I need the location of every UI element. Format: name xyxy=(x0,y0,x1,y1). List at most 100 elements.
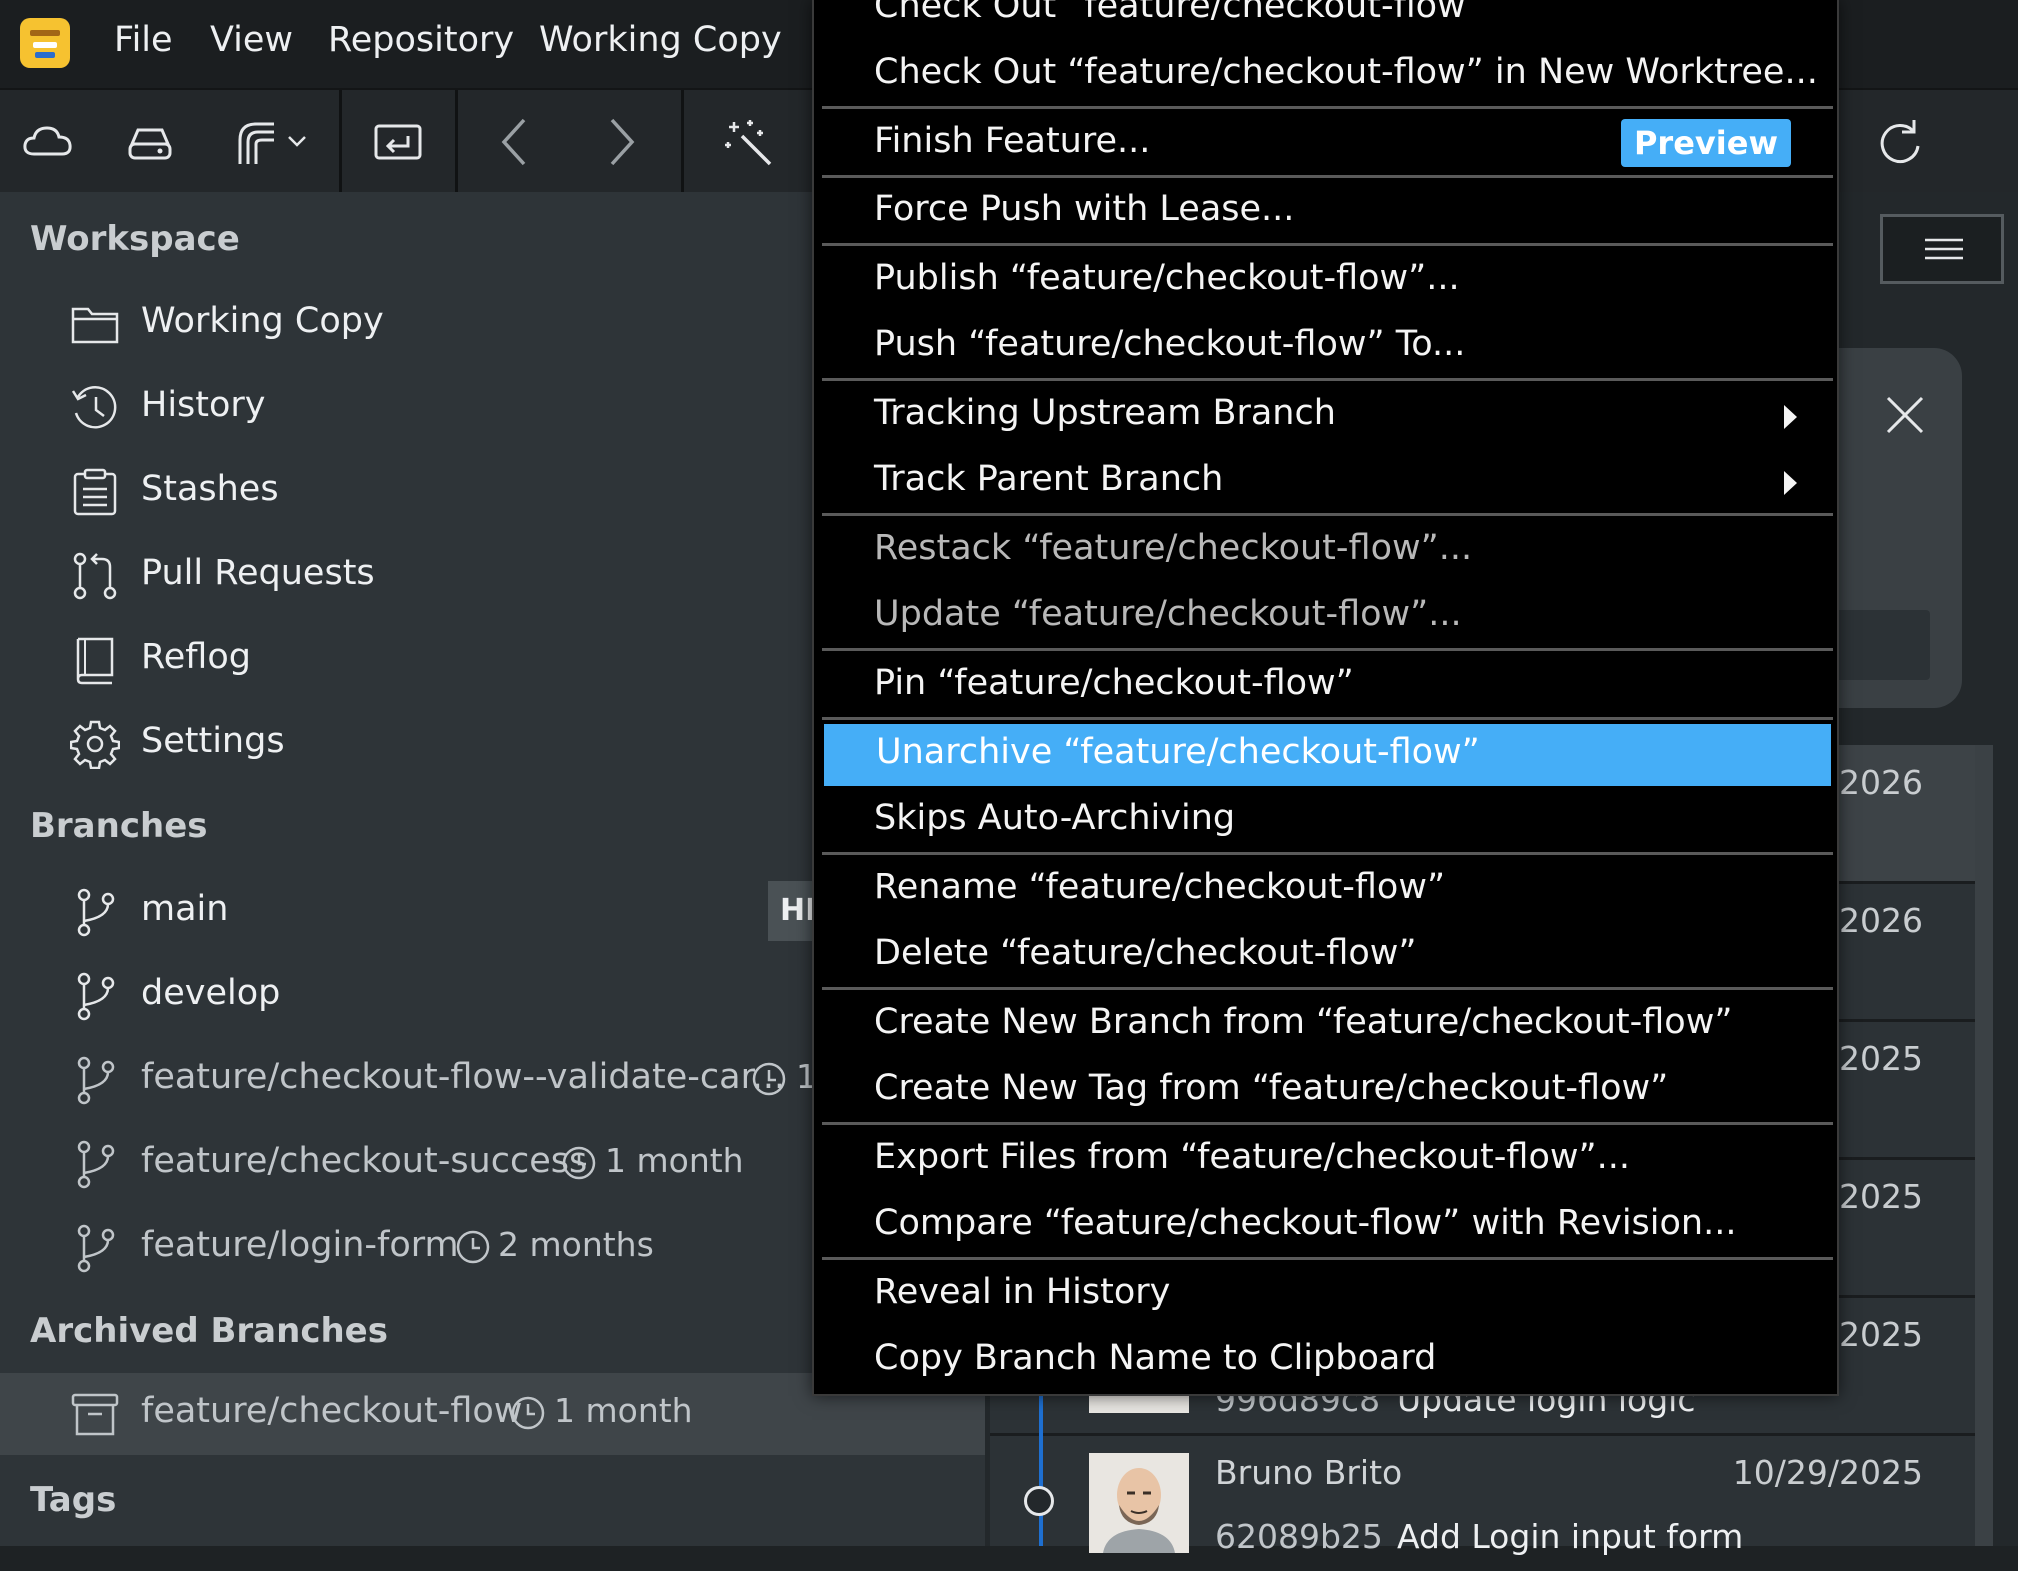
folder-icon xyxy=(71,307,119,344)
branch-age: 2 months xyxy=(498,1225,654,1264)
branch-label: feature/login-form xyxy=(141,1225,459,1265)
sidebar-item-label: Pull Requests xyxy=(141,553,375,593)
menu-item-force-push[interactable]: Force Push with Lease... xyxy=(822,181,1833,243)
menu-item-track-parent[interactable]: Track Parent Branch xyxy=(822,451,1833,513)
close-icon[interactable] xyxy=(1880,390,1930,440)
forward-icon[interactable] xyxy=(590,114,646,170)
branch-label: feature/checkout-success xyxy=(141,1141,588,1181)
menu-item-check-out[interactable]: Check Out “feature/checkout-flow” xyxy=(822,0,1833,40)
toolbar-separator xyxy=(339,90,342,194)
menu-item-delete[interactable]: Delete “feature/checkout-flow” xyxy=(822,925,1833,987)
archive-icon xyxy=(71,1393,119,1436)
menu-item-copy-branch-name[interactable]: Copy Branch Name to Clipboard xyxy=(822,1330,1833,1392)
timeline-line xyxy=(1039,1380,1043,1546)
branch-icon xyxy=(77,888,115,937)
book-icon xyxy=(76,637,114,685)
back-icon[interactable] xyxy=(490,114,546,170)
menu-item-publish[interactable]: Publish “feature/checkout-flow”... xyxy=(822,250,1833,312)
sidebar-item-label: History xyxy=(141,385,266,425)
menu-item-push-to[interactable]: Push “feature/checkout-flow” To... xyxy=(822,316,1833,378)
branch-age: 1 month xyxy=(554,1391,693,1430)
commit-hash: 62089b25 xyxy=(1215,1517,1383,1556)
branch-icon xyxy=(77,1224,115,1273)
branch-label: feature/checkout-flow--validate-car... xyxy=(141,1057,786,1097)
menu-item-create-branch[interactable]: Create New Branch from “feature/checkout… xyxy=(822,994,1833,1056)
branch-age: 1 month xyxy=(605,1141,744,1180)
cloud-icon[interactable] xyxy=(20,114,76,170)
branch-label: feature/checkout-flow xyxy=(141,1391,523,1431)
menu-item-rename[interactable]: Rename “feature/checkout-flow” xyxy=(822,859,1833,921)
branch-icon xyxy=(77,972,115,1021)
branch-label: main xyxy=(141,889,229,929)
menu-item-create-tag[interactable]: Create New Tag from “feature/checkout-fl… xyxy=(822,1060,1833,1122)
branch-label: develop xyxy=(141,973,281,1013)
menu-item-compare[interactable]: Compare “feature/checkout-flow” with Rev… xyxy=(822,1195,1833,1257)
menu-separator xyxy=(822,717,1833,720)
menu-item-finish-feature[interactable]: Finish Feature... Preview xyxy=(822,113,1833,175)
menu-item-update[interactable]: Update “feature/checkout-flow”... xyxy=(822,586,1833,648)
clipboard-icon xyxy=(73,468,117,516)
history-icon xyxy=(71,386,117,429)
app-logo-icon[interactable] xyxy=(20,18,70,68)
menu-item-pin[interactable]: Pin “feature/checkout-flow” xyxy=(822,655,1833,717)
avatar xyxy=(1089,1453,1189,1553)
menu-working-copy[interactable]: Working Copy xyxy=(539,20,782,60)
commit-icon[interactable] xyxy=(370,114,426,170)
sidebar-item-label: Reflog xyxy=(141,637,251,677)
commit-date: /2025 xyxy=(1827,1039,1923,1078)
menu-item-export-files[interactable]: Export Files from “feature/checkout-flow… xyxy=(822,1129,1833,1191)
menu-item-unarchive[interactable]: Unarchive “feature/checkout-flow” xyxy=(824,724,1831,786)
section-title-tags: Tags xyxy=(30,1480,117,1520)
menu-item-check-out-worktree[interactable]: Check Out “feature/checkout-flow” in New… xyxy=(822,44,1833,106)
drive-icon[interactable] xyxy=(122,114,178,170)
menu-item-skips-auto-archiving[interactable]: Skips Auto-Archiving xyxy=(822,790,1833,852)
branch-context-menu: Check Out “feature/checkout-flow” Check … xyxy=(812,0,1839,1396)
preview-badge: Preview xyxy=(1620,119,1791,167)
sidebar-item-label: Stashes xyxy=(141,469,279,509)
menu-separator xyxy=(822,987,1833,990)
refresh-icon[interactable] xyxy=(1872,114,1928,170)
menu-separator xyxy=(822,1122,1833,1125)
commit-date: /2025 xyxy=(1827,1315,1923,1354)
menu-separator xyxy=(822,106,1833,109)
sidebar-item-label: Working Copy xyxy=(141,301,384,341)
menu-view[interactable]: View xyxy=(210,20,293,60)
commit-date: 10/29/2025 xyxy=(1732,1453,1923,1492)
pull-request-icon xyxy=(73,552,117,600)
gear-icon xyxy=(70,720,120,769)
menu-item-restack[interactable]: Restack “feature/checkout-flow”... xyxy=(822,520,1833,582)
clock-icon xyxy=(511,1396,545,1430)
menu-separator xyxy=(822,175,1833,178)
clock-icon xyxy=(456,1230,490,1264)
section-title-branches: Branches xyxy=(30,806,208,846)
menu-separator xyxy=(822,852,1833,855)
toolbar-separator xyxy=(681,90,684,194)
commit-date: /2025 xyxy=(1827,1177,1923,1216)
commit-date: /2026 xyxy=(1827,901,1923,940)
menu-separator xyxy=(822,378,1833,381)
menu-item-reveal-in-history[interactable]: Reveal in History xyxy=(822,1264,1833,1326)
submenu-arrow-icon xyxy=(1784,405,1797,429)
menu-icon[interactable] xyxy=(1880,214,2004,284)
menu-file[interactable]: File xyxy=(114,20,173,60)
commit-node xyxy=(1024,1486,1054,1516)
branch-icon xyxy=(77,1140,115,1189)
menu-separator xyxy=(822,243,1833,246)
menu-repository[interactable]: Repository xyxy=(328,20,514,60)
section-title-archived-branches: Archived Branches xyxy=(30,1311,388,1351)
clock-icon xyxy=(562,1146,596,1180)
scrollbar[interactable] xyxy=(1975,745,1993,1546)
menu-separator xyxy=(822,513,1833,516)
sidebar-item-label: Settings xyxy=(141,721,285,761)
commit-date: /2026 xyxy=(1827,763,1923,802)
clock-icon xyxy=(752,1062,786,1096)
chevron-down-icon[interactable] xyxy=(286,130,308,152)
git-flow-icon[interactable] xyxy=(228,114,284,170)
commit-message: Add Login input form xyxy=(1397,1517,1744,1556)
commit-author: Bruno Brito xyxy=(1215,1453,1403,1492)
menu-separator xyxy=(822,1257,1833,1260)
magic-wand-icon[interactable] xyxy=(720,114,776,170)
menu-item-tracking-upstream[interactable]: Tracking Upstream Branch xyxy=(822,385,1833,447)
toolbar-separator xyxy=(455,90,458,194)
branch-icon xyxy=(77,1056,115,1105)
